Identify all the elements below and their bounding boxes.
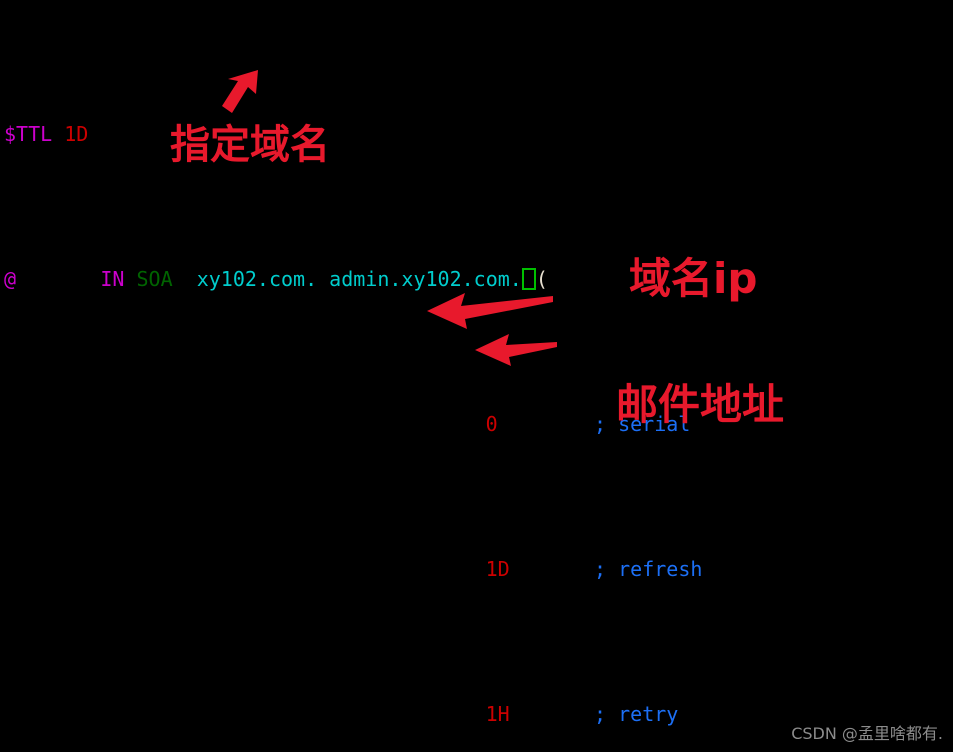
- zone-line-ttl[interactable]: $TTL 1D: [4, 120, 953, 149]
- pad: [510, 557, 594, 581]
- soa-mname: xy102.com.: [196, 267, 318, 291]
- annotation-label-mail-address: 邮件地址: [616, 380, 785, 429]
- pad: [510, 702, 594, 726]
- pad: [4, 702, 486, 726]
- annotation-label-domain-ip: 域名ip: [629, 254, 758, 303]
- pad: [124, 267, 136, 291]
- pad: [317, 267, 329, 291]
- ttl-directive: $TTL: [4, 122, 53, 146]
- soa-class: IN: [100, 267, 125, 291]
- pad: [4, 557, 486, 581]
- csdn-watermark: CSDN @孟里啥都有.: [791, 724, 943, 743]
- pad: [173, 267, 197, 291]
- zone-line-serial[interactable]: 0 ; serial: [4, 410, 953, 439]
- soa-open-paren: (: [535, 267, 548, 291]
- soa-owner: @: [4, 267, 17, 291]
- soa-rname: admin.xy102.com.: [329, 267, 522, 291]
- pad: [4, 412, 486, 436]
- soa-type: SOA: [136, 267, 173, 291]
- zone-line-refresh[interactable]: 1D ; refresh: [4, 555, 953, 584]
- vim-block-cursor: [521, 268, 536, 290]
- refresh-value: 1D: [485, 557, 510, 581]
- ttl-value: 1D: [64, 122, 89, 146]
- vim-buffer[interactable]: $TTL 1D @ IN SOA xy102.com. admin.xy102.…: [4, 4, 953, 752]
- pad: [498, 412, 594, 436]
- annotation-label-domain-name: 指定域名: [170, 122, 330, 168]
- refresh-comment: ; refresh: [594, 557, 703, 581]
- retry-value: 1H: [485, 702, 510, 726]
- pad: [16, 267, 100, 291]
- terminal-screen: $TTL 1D @ IN SOA xy102.com. admin.xy102.…: [0, 0, 953, 752]
- serial-value: 0: [485, 412, 498, 436]
- zone-line-soa[interactable]: @ IN SOA xy102.com. admin.xy102.com. (: [4, 265, 953, 294]
- retry-comment: ; retry: [594, 702, 679, 726]
